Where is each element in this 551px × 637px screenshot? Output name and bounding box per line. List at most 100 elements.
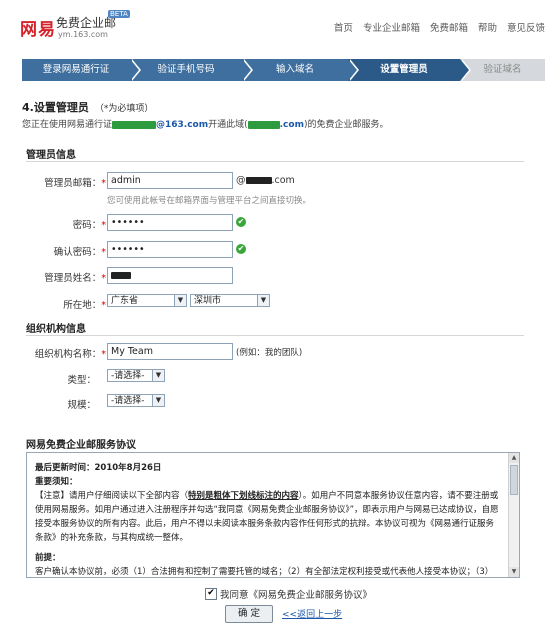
product-domain: ym.163.com	[58, 30, 108, 39]
label-text: 管理员邮箱：	[44, 178, 102, 189]
org-type-select[interactable]: -请选择- ▼	[107, 369, 165, 382]
scroll-thumb[interactable]	[510, 465, 518, 495]
intro-domain: .com	[279, 120, 304, 130]
selected-value: -请选择-	[111, 396, 145, 406]
required-mark: *	[101, 300, 106, 311]
agree-row: ✔ 我同意《网易免费企业邮服务协议》	[205, 587, 372, 601]
redacted-domain	[247, 120, 280, 129]
location-label: 所在地：*	[26, 297, 106, 311]
label-text: 所在地：	[63, 300, 102, 311]
chevron-down-icon: ▼	[152, 370, 164, 381]
chevron-down-icon: ▼	[152, 395, 164, 406]
label-text: 确认密码：	[53, 247, 102, 258]
agreement-paragraph: 【注意】请用户仔细阅读以下全部内容（特别是粗体下划线标注的内容）。如用户不同意本…	[35, 489, 501, 545]
domain-suffix: .com	[271, 175, 295, 186]
agreement-box[interactable]: 最后更新时间：2010年8月26日 重要须知： 【注意】请用户仔细阅读以下全部内…	[26, 452, 520, 578]
org-section-title: 组织机构信息	[26, 324, 86, 335]
org-scale-select[interactable]: -请选择- ▼	[107, 394, 165, 407]
admin-email-label: 管理员邮箱：*	[26, 175, 106, 189]
admin-name-input[interactable]	[107, 267, 233, 284]
step-label: 验证域名	[483, 64, 522, 75]
city-select[interactable]: 深圳市 ▼	[190, 294, 270, 307]
page-title-text: 4.设置管理员	[22, 101, 89, 114]
confirm-button[interactable]: 确 定	[225, 605, 273, 623]
page-title: 4.设置管理员 （*为必填项）	[22, 99, 153, 115]
para-text: 【注意】请用户仔细阅读以下全部内容（	[35, 491, 189, 501]
step-verify-phone: 验证手机号码	[130, 59, 253, 81]
admin-section-title: 管理员信息	[26, 150, 76, 161]
at-sign: @	[236, 175, 246, 186]
step-enter-domain: 输入域名	[242, 59, 359, 81]
nav-pro-mail[interactable]: 专业企业邮箱	[363, 20, 420, 34]
password-input[interactable]: ••••••	[107, 214, 233, 231]
para-emphasis: 特别是粗体下划线标注的内容	[188, 491, 299, 501]
agreement-preface-title: 前提：	[35, 553, 61, 563]
agreement-title: 网易免费企业邮服务协议	[26, 440, 136, 451]
step-set-admin: 设置管理员	[348, 59, 471, 81]
back-link[interactable]: <<返回上一步	[282, 607, 342, 620]
redacted-account	[112, 120, 157, 129]
org-name-label: 组织机构名称：*	[26, 346, 106, 360]
intro-prefix: 您正在使用网易通行证	[22, 120, 113, 130]
required-note: （*为必填项）	[94, 104, 154, 114]
progress-steps: 登录网易通行证 验证手机号码 输入域名 设置管理员 验证域名	[22, 59, 545, 81]
label-text: 管理员姓名：	[44, 273, 102, 284]
org-divider	[26, 335, 524, 336]
label-text: 密码：	[72, 220, 102, 231]
intro-end: )的免费企业邮服务。	[303, 120, 389, 130]
admin-name-label: 管理员姓名：*	[26, 270, 106, 284]
intro-middle: 开通此域(	[208, 120, 248, 130]
selected-value: -请选择-	[111, 371, 145, 381]
netease-logo: 网易	[20, 20, 56, 40]
confirm-valid-icon: ✔	[236, 244, 246, 254]
confirm-password-input[interactable]: ••••••	[107, 241, 233, 258]
org-scale-label: 规模：	[67, 400, 96, 411]
chevron-down-icon: ▼	[257, 295, 269, 306]
confirm-password-label: 确认密码：*	[26, 244, 106, 258]
org-name-hint: (例如：我的团队)	[236, 348, 303, 358]
nav-free-mail[interactable]: 免费邮箱	[430, 20, 468, 34]
chevron-down-icon: ▼	[174, 295, 186, 306]
product-title: 免费企业邮	[56, 16, 117, 30]
nav-feedback[interactable]: 意见反馈	[507, 20, 545, 34]
step-login: 登录网易通行证	[22, 59, 141, 81]
step-label: 设置管理员	[380, 64, 428, 75]
scroll-down-icon[interactable]: ▼	[509, 567, 519, 577]
step-verify-domain: 验证域名	[460, 59, 545, 81]
intro-text: 您正在使用网易通行证 @163.com开通此域( .com)的免费企业邮服务。	[22, 117, 388, 130]
redacted-name	[111, 272, 131, 279]
agreement-scrollbar[interactable]: ▲ ▼	[508, 453, 519, 577]
step-label: 输入域名	[275, 64, 314, 75]
beta-badge: BETA	[108, 10, 130, 18]
admin-email-domain: @ .com	[236, 175, 295, 186]
agreement-notice: 重要须知：	[35, 477, 78, 487]
nav-home[interactable]: 首页	[334, 20, 353, 34]
org-name-input[interactable]: My Team	[107, 343, 233, 360]
agreement-updated: 最后更新时间：2010年8月26日	[35, 463, 162, 473]
required-mark: *	[101, 178, 106, 189]
label-text: 组织机构名称：	[34, 349, 102, 360]
admin-email-input[interactable]: admin	[107, 172, 233, 189]
nav-help[interactable]: 帮助	[478, 20, 497, 34]
required-mark: *	[101, 349, 106, 360]
agreement-preface: 客户确认本协议前，必须（1）合法拥有和控制了需要托管的域名；（2）有全部法定权利…	[35, 567, 494, 577]
top-nav: 首页 专业企业邮箱 免费邮箱 帮助 意见反馈	[334, 20, 545, 34]
agree-checkbox[interactable]: ✔	[205, 588, 217, 600]
password-valid-icon: ✔	[236, 217, 246, 227]
scroll-up-icon[interactable]: ▲	[509, 453, 519, 463]
province-select[interactable]: 广东省 ▼	[107, 294, 187, 307]
selected-value: 深圳市	[194, 296, 222, 306]
agreement-content: 最后更新时间：2010年8月26日 重要须知： 【注意】请用户仔细阅读以下全部内…	[35, 461, 501, 577]
required-mark: *	[101, 247, 106, 258]
required-mark: *	[101, 273, 106, 284]
admin-email-hint: 您可使用此帐号在邮箱界面与管理平台之间直接切换。	[107, 196, 312, 206]
step-label: 登录网易通行证	[42, 64, 110, 75]
agree-label[interactable]: 我同意《网易免费企业邮服务协议》	[220, 587, 372, 601]
required-mark: *	[101, 220, 106, 231]
password-label: 密码：*	[26, 217, 106, 231]
intro-account: @163.com	[156, 120, 209, 130]
selected-value: 广东省	[111, 296, 139, 306]
admin-divider	[26, 161, 524, 162]
org-type-label: 类型：	[67, 375, 96, 386]
step-label: 验证手机号码	[157, 64, 215, 75]
